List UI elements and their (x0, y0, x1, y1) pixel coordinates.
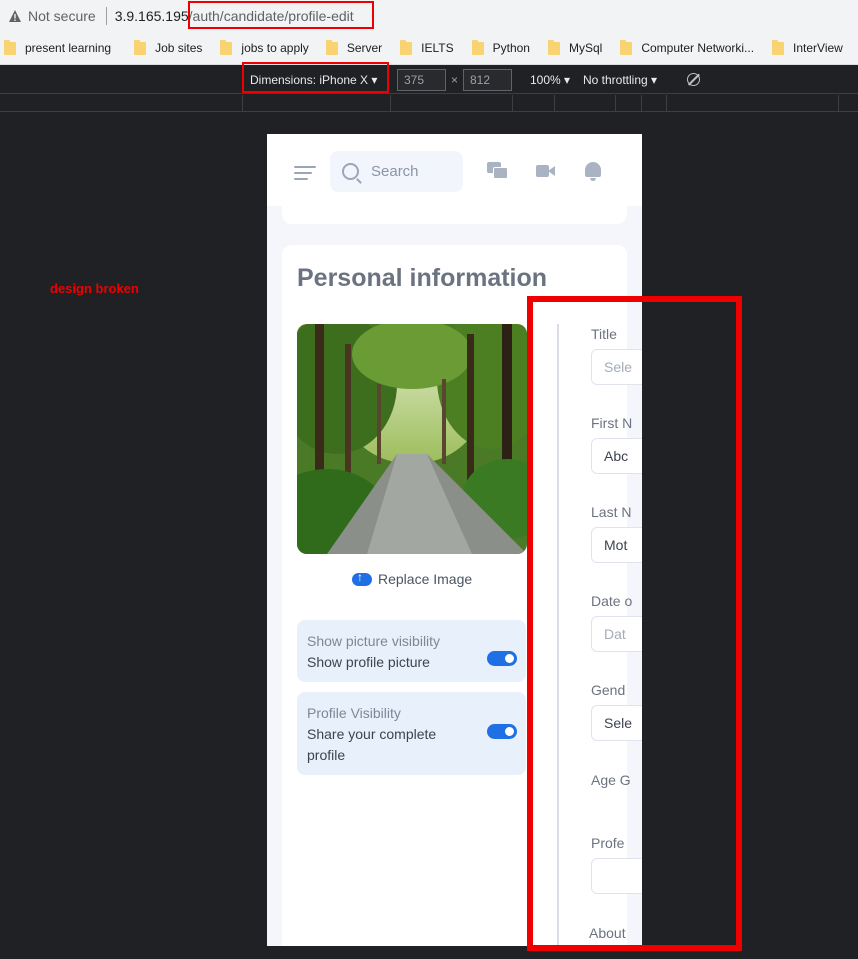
cloud-upload-icon (352, 570, 372, 586)
folder-icon (4, 39, 16, 55)
picture-visibility-box: Show picture visibility Show profile pic… (297, 620, 526, 682)
warning-icon (9, 10, 21, 22)
bookmarks-bar: present learning Job sites jobs to apply… (0, 32, 858, 65)
bookmark-mysql[interactable]: MySql (544, 39, 608, 55)
bookmark-server[interactable]: Server (322, 39, 388, 55)
bookmark-interview[interactable]: InterView (768, 39, 849, 55)
profile-photo (297, 324, 527, 554)
viewport-height-input[interactable]: 812 (463, 69, 512, 91)
folder-icon (220, 39, 233, 55)
devtools-device-toolbar: Dimensions: iPhone X ▾ 375 × 812 100% ▾ … (0, 66, 858, 94)
profile-visibility-toggle[interactable] (487, 724, 517, 739)
previous-card (282, 206, 627, 224)
bookmark-computer-networking[interactable]: Computer Networki... (616, 39, 760, 55)
viewport-width-input[interactable]: 375 (397, 69, 446, 91)
bookmark-job-sites[interactable]: Job sites (130, 39, 208, 55)
bookmark-label: Server (346, 41, 383, 55)
bookmark-label: present learning (25, 41, 112, 55)
address-bar[interactable]: Not secure 3.9.165.195/auth/candidate/pr… (0, 0, 858, 32)
menu-icon[interactable] (294, 166, 316, 180)
profile-visibility-text: Share your complete profile (307, 726, 437, 763)
url-highlight-box (188, 1, 374, 29)
folder-icon (471, 39, 484, 55)
folder-icon (772, 39, 785, 55)
profile-visibility-box: Profile Visibility Share your complete p… (297, 692, 526, 775)
broken-layout-highlight-box (527, 296, 742, 951)
bookmark-present-learning[interactable]: present learning (0, 39, 117, 55)
folder-icon (547, 39, 560, 55)
throttling-dropdown[interactable]: No throttling ▾ (583, 73, 657, 87)
security-label[interactable]: Not secure (28, 8, 96, 24)
bookmark-label: InterView (793, 41, 843, 55)
picture-visibility-toggle[interactable] (487, 651, 517, 666)
media-query-ruler (0, 95, 858, 112)
search-placeholder: Search (371, 163, 419, 180)
bookmark-label: Job sites (155, 41, 203, 55)
folder-icon (620, 39, 633, 55)
picture-visibility-text: Show profile picture (307, 654, 430, 670)
section-title: Personal information (297, 264, 548, 292)
replace-image-label: Replace Image (378, 571, 473, 587)
zoom-dropdown[interactable]: 100% ▾ (530, 73, 570, 87)
bookmark-jobs-to-apply[interactable]: jobs to apply (216, 39, 314, 55)
url-host[interactable]: 3.9.165.195 (115, 8, 189, 24)
dimension-separator: × (451, 73, 459, 87)
bookmark-label: jobs to apply (241, 41, 309, 55)
bookmark-python[interactable]: Python (468, 39, 536, 55)
bookmark-label: Computer Networki... (641, 41, 755, 55)
bell-icon-clapper (590, 178, 596, 181)
search-box[interactable]: Search (330, 151, 463, 192)
chat-icon-back (493, 167, 508, 179)
bookmark-label: MySql (568, 41, 603, 55)
bookmark-label: IELTS (421, 41, 454, 55)
folder-icon (325, 39, 338, 55)
annotation-text: design broken (50, 281, 139, 296)
picture-visibility-heading: Show picture visibility (307, 633, 441, 649)
folder-icon (134, 39, 147, 55)
bookmark-label: Python (492, 41, 530, 55)
bell-icon[interactable] (585, 162, 601, 177)
rotate-icon[interactable] (687, 73, 700, 86)
dimensions-highlight-box (242, 62, 389, 93)
video-icon-lens (548, 166, 555, 176)
search-icon (342, 163, 359, 180)
forest-path-image (297, 324, 527, 554)
bookmark-ielts[interactable]: IELTS (396, 39, 459, 55)
folder-icon (400, 39, 413, 55)
replace-image-button[interactable]: Replace Image (352, 570, 473, 587)
app-header: Search (267, 134, 642, 206)
divider (105, 7, 107, 25)
profile-visibility-heading: Profile Visibility (307, 705, 401, 721)
